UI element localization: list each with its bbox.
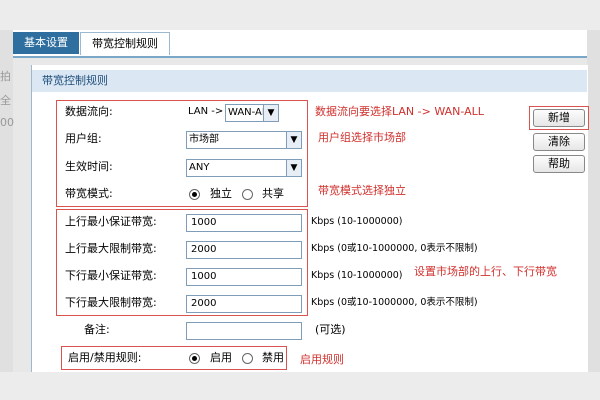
up-max-hint: Kbps (0或10-1000000, 0表示不限制) [311, 243, 478, 254]
bandwidth-mode-label: 带宽模式: [65, 187, 113, 200]
down-max-input[interactable]: 2000 [186, 295, 302, 313]
left-fragment-1: 拍 [0, 70, 11, 83]
left-fragment-2: 全 [0, 94, 11, 107]
down-min-label: 下行最小保证带宽: [65, 269, 157, 282]
chevron-down-icon: ▼ [286, 160, 301, 176]
tab-bandwidth-rules[interactable]: 带宽控制规则 [80, 32, 170, 55]
user-group-select[interactable]: 市场部 ▼ [186, 131, 302, 149]
annotation-bandwidth: 设置市场部的上行、下行带宽 [414, 265, 557, 278]
direction-select[interactable]: WAN-AL ▼ [225, 104, 279, 122]
annotation-user-group: 用户组选择市场部 [318, 131, 406, 144]
radio-mode-shared[interactable] [242, 189, 253, 200]
down-min-input[interactable]: 1000 [186, 268, 302, 286]
rule-status-label: 启用/禁用规则: [68, 351, 142, 364]
up-min-input[interactable]: 1000 [186, 214, 302, 232]
radio-rule-enable[interactable] [189, 353, 200, 364]
annotation-direction: 数据流向要选择LAN -> WAN-ALL [315, 105, 484, 118]
user-group-select-value: 市场部 [189, 134, 219, 145]
down-max-label: 下行最大限制带宽: [65, 296, 157, 309]
effective-time-select[interactable]: ANY ▼ [186, 159, 302, 177]
up-min-hint: Kbps (10-1000000) [311, 216, 403, 227]
background-top-strip [0, 0, 600, 30]
effective-time-select-value: ANY [189, 162, 210, 173]
section-title: 带宽控制规则 [32, 70, 587, 92]
background-bottom-strip [0, 372, 600, 400]
chevron-down-icon: ▼ [286, 132, 301, 148]
effective-time-label: 生效时间: [65, 160, 113, 173]
radio-mode-independent-label: 独立 [210, 187, 232, 200]
help-button[interactable]: 帮助 [533, 155, 585, 173]
user-group-label: 用户组: [65, 132, 102, 145]
annotation-enable: 启用规则 [300, 353, 344, 366]
up-min-label: 上行最小保证带宽: [65, 215, 157, 228]
radio-rule-enable-label: 启用 [210, 351, 232, 364]
remark-hint: (可选) [315, 323, 346, 336]
tab-basic-settings[interactable]: 基本设置 [13, 32, 79, 54]
radio-mode-independent[interactable] [189, 189, 200, 200]
radio-rule-disable[interactable] [242, 353, 253, 364]
up-max-input[interactable]: 2000 [186, 241, 302, 259]
direction-label: 数据流向: [65, 105, 113, 118]
radio-mode-shared-label: 共享 [262, 187, 284, 200]
direction-prefix: LAN -> [188, 106, 224, 117]
left-fragment-3: 00 [0, 116, 14, 129]
annotation-mode: 带宽模式选择独立 [318, 184, 406, 197]
remark-input[interactable] [186, 322, 302, 340]
up-max-label: 上行最大限制带宽: [65, 242, 157, 255]
remark-label: 备注: [84, 323, 110, 336]
direction-select-value: WAN-AL [228, 107, 268, 118]
background-right-gutter [587, 30, 600, 372]
down-max-hint: Kbps (0或10-1000000, 0表示不限制) [311, 297, 478, 308]
chevron-down-icon: ▼ [263, 105, 278, 121]
radio-rule-disable-label: 禁用 [262, 351, 284, 364]
clear-button[interactable]: 清除 [533, 133, 585, 151]
background-left-gutter: 拍 全 00 [0, 30, 14, 372]
add-button[interactable]: 新增 [533, 109, 585, 127]
down-min-hint: Kbps (10-1000000) [311, 270, 403, 281]
